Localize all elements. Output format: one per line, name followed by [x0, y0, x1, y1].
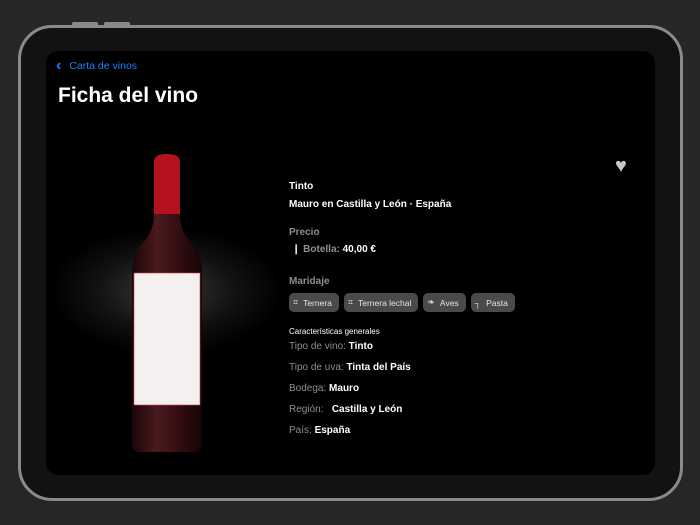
bottle-icon: ❙	[292, 244, 301, 255]
bird-icon: ❧	[427, 297, 435, 307]
back-label: Carta de vinos	[69, 60, 138, 72]
chip-label: Aves	[439, 297, 459, 308]
characteristic-row: Región: Castilla y León	[289, 404, 402, 415]
pairing-heading: Maridaje	[289, 276, 330, 287]
pairing-chip-ternera[interactable]: ⌗ Ternera	[289, 293, 339, 312]
chip-label: Pasta	[486, 297, 508, 308]
characteristics-heading: Características generales	[289, 327, 380, 336]
favorite-heart-icon[interactable]: ♥	[615, 155, 627, 178]
char-label: Bodega:	[289, 383, 327, 394]
wine-bottle-image	[132, 154, 202, 452]
char-label: Tipo de vino:	[289, 341, 346, 352]
price-row: ❙ Botella: 40,00 €	[292, 244, 376, 255]
calf-icon: ⌗	[347, 297, 353, 307]
pasta-icon: ┐	[474, 297, 482, 308]
page-title: Ficha del vino	[58, 84, 199, 107]
pairing-chip-ternera-lechal[interactable]: ⌗ Ternera lechal	[343, 293, 419, 312]
pairing-chip-pasta[interactable]: ┐ Pasta	[470, 293, 515, 312]
chip-label: Ternera	[303, 297, 332, 308]
characteristic-row: Tipo de vino: Tinto	[289, 341, 373, 352]
char-value: Tinto	[348, 341, 373, 352]
char-value: Mauro	[329, 383, 360, 394]
chip-label: Ternera lechal	[357, 297, 412, 308]
price-label: Botella:	[303, 244, 340, 255]
pairing-chips: ⌗ Ternera ⌗ Ternera lechal ❧ Aves ┐ Pasta	[289, 293, 515, 312]
price-heading: Precio	[289, 227, 320, 238]
wine-origin: Mauro en Castilla y León · España	[289, 199, 452, 210]
wine-type: Tinto	[289, 181, 314, 192]
chevron-left-icon: ‹	[56, 57, 62, 74]
char-value: Castilla y León	[331, 404, 403, 415]
price-value: 40,00 €	[342, 244, 376, 255]
char-value: España	[314, 425, 351, 436]
pairing-chip-aves[interactable]: ❧ Aves	[423, 293, 466, 312]
characteristic-row: País: España	[289, 425, 350, 436]
char-value: Tinta del País	[346, 362, 411, 373]
back-button[interactable]: ‹ Carta de vinos	[56, 57, 137, 75]
cow-icon: ⌗	[293, 297, 299, 307]
char-label: Tipo de uva:	[289, 362, 344, 373]
char-label: Región:	[289, 404, 324, 415]
characteristic-row: Bodega: Mauro	[289, 383, 359, 394]
characteristic-row: Tipo de uva: Tinta del País	[289, 362, 411, 373]
screen: ‹ Carta de vinos Ficha del vino ♥ Tinto …	[46, 51, 655, 475]
char-label: País:	[289, 425, 312, 436]
